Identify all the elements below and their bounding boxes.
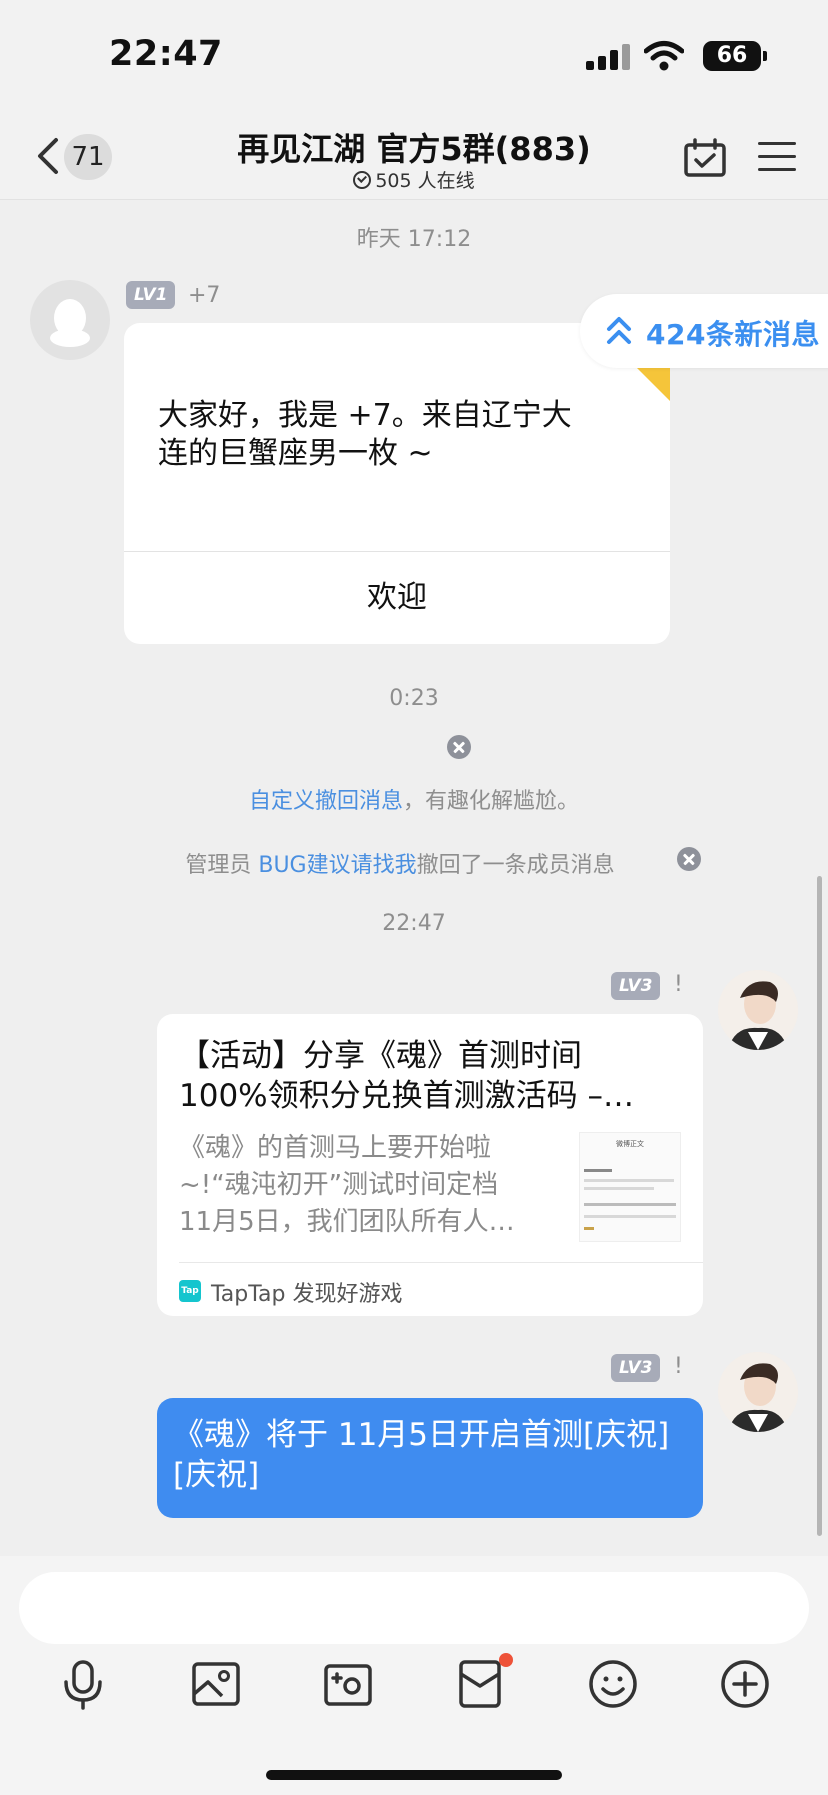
sender-nickname[interactable]: !: [674, 1354, 683, 1379]
recall-tip: 自定义撤回消息，有趣化解尴尬。: [0, 783, 828, 815]
user-photo-avatar: [718, 1352, 798, 1432]
timestamp: 昨天 17:12: [356, 227, 472, 252]
user-photo-avatar: [718, 970, 798, 1050]
emoji-icon[interactable]: [585, 1656, 641, 1712]
avatar[interactable]: [718, 1352, 798, 1432]
divider: [179, 1262, 703, 1263]
new-messages-button[interactable]: 424条新消息: [580, 294, 828, 368]
notice-prefix: 管理员: [185, 853, 259, 878]
welcome-button[interactable]: 欢迎: [124, 552, 670, 644]
penguin-avatar-icon: [50, 299, 90, 347]
online-check-icon: [353, 171, 372, 189]
notification-dot: [499, 1653, 513, 1667]
timestamp: 22:47: [382, 911, 446, 936]
taptap-icon: Tap: [179, 1280, 201, 1302]
home-indicator[interactable]: [266, 1770, 562, 1780]
message-input[interactable]: [19, 1572, 809, 1644]
share-link-card[interactable]: 【活动】分享《魂》首测时间 100%领积分兑换首测激活码 –… 《魂》的首测马上要…: [157, 1014, 703, 1316]
battery-icon: 66: [703, 41, 761, 71]
input-area: [0, 1556, 828, 1795]
camera-icon[interactable]: [320, 1656, 376, 1712]
share-source: TapTap 发现好游戏: [211, 1282, 403, 1307]
battery-tip: [763, 51, 767, 61]
status-time: 22:47: [109, 34, 223, 74]
sender-nickname[interactable]: +7: [188, 283, 220, 308]
admin-name-link[interactable]: BUG建议请找我: [258, 853, 416, 878]
share-thumbnail: 微博正文: [579, 1132, 681, 1242]
share-title: 【活动】分享《魂》首测时间 100%领积分兑换首测激活码 –…: [179, 1036, 699, 1116]
thumbnail-title: 微博正文: [616, 1140, 644, 1148]
cellular-signal-icon: [586, 44, 630, 70]
scrollbar[interactable]: [817, 876, 822, 1536]
microphone-icon[interactable]: [55, 1656, 111, 1712]
share-description: 《魂》的首测马上要开始啦~!“魂沌初开”测试时间定档11月5日，我们团队所有人…: [179, 1133, 515, 1237]
notice-suffix: 撤回了一条成员消息: [416, 853, 615, 878]
level-badge: LV3: [611, 1354, 661, 1382]
double-chevron-up-icon: [607, 317, 631, 344]
menu-icon[interactable]: [758, 140, 796, 174]
plus-icon[interactable]: [717, 1656, 773, 1712]
avatar[interactable]: [718, 970, 798, 1050]
recall-tip-text: ，有趣化解尴尬。: [403, 789, 580, 814]
share-title-line1: 【活动】分享《魂》首测时间: [179, 1038, 582, 1074]
status-bar: 22:47 66: [0, 0, 828, 110]
chat-header: 71 再见江湖 官方5群(883) 505 人在线: [0, 110, 828, 200]
new-messages-label: 424条新消息: [646, 318, 820, 351]
close-icon[interactable]: [447, 735, 471, 759]
welcome-card: 大家好，我是 +7。来自辽宁大连的巨蟹座男一枚 ~ 欢迎: [124, 323, 670, 644]
online-text: 505 人在线: [375, 170, 475, 192]
close-icon[interactable]: [677, 847, 701, 871]
calendar-check-icon[interactable]: [683, 138, 727, 178]
level-badge: LV1: [126, 281, 176, 309]
share-title-line2: 100%领积分兑换首测激活码 –…: [179, 1078, 634, 1114]
timestamp: 0:23: [389, 686, 439, 711]
message-bubble[interactable]: 《魂》将于 11月5日开启首测[庆祝][庆祝]: [157, 1398, 703, 1518]
intro-text: 大家好，我是 +7。来自辽宁大连的巨蟹座男一枚 ~: [158, 398, 572, 471]
level-badge: LV3: [611, 972, 661, 1000]
sender-nickname[interactable]: !: [674, 972, 683, 997]
image-icon[interactable]: [188, 1656, 244, 1712]
custom-recall-link[interactable]: 自定义撤回消息: [249, 789, 403, 814]
wifi-icon: [644, 41, 684, 71]
message-text: 《魂》将于 11月5日开启首测[庆祝][庆祝]: [173, 1417, 670, 1493]
avatar[interactable]: [30, 280, 110, 360]
